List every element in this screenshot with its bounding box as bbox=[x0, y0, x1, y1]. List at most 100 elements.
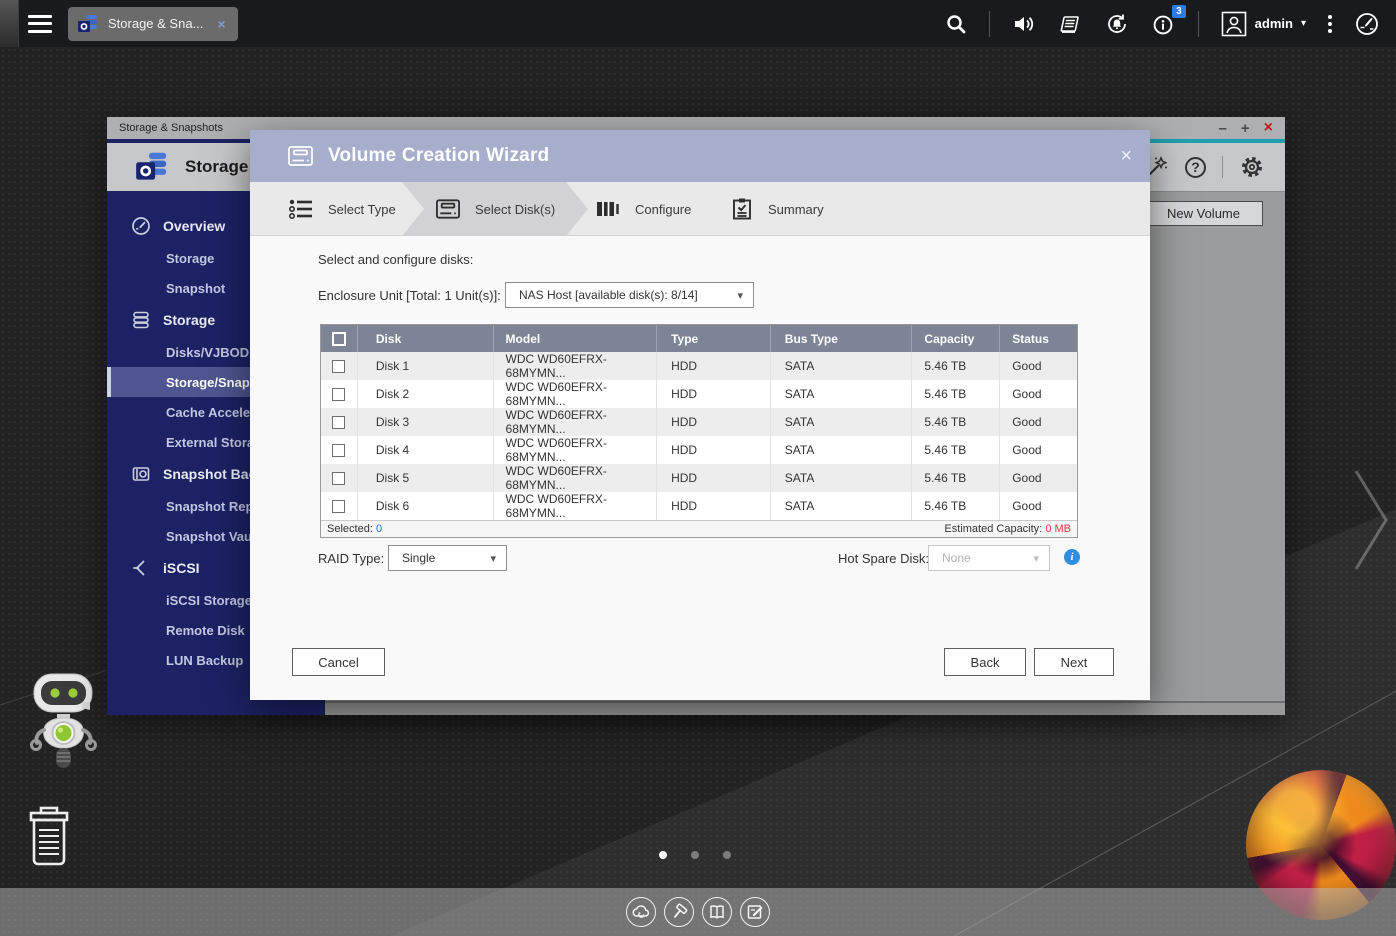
disk-capacity-cell: 5.46 TB bbox=[911, 380, 999, 408]
disk-table-row[interactable]: Disk 4 WDC WD60EFRX-68MYMN... HDD SATA 5… bbox=[321, 436, 1077, 464]
column-header-capacity[interactable]: Capacity bbox=[911, 325, 999, 352]
page-dot[interactable] bbox=[723, 851, 731, 859]
column-header-status[interactable]: Status bbox=[999, 325, 1077, 352]
new-volume-button[interactable]: New Volume bbox=[1144, 201, 1263, 226]
wallpaper-chevron bbox=[1354, 470, 1388, 570]
more-options-icon[interactable] bbox=[1328, 14, 1332, 33]
disk-status-cell: Good bbox=[999, 464, 1077, 492]
desktop-page-dots bbox=[659, 851, 731, 859]
topbar-divider bbox=[1197, 10, 1199, 37]
notifications-sync-icon[interactable] bbox=[1104, 12, 1130, 36]
step-configure[interactable]: Configure bbox=[595, 182, 691, 236]
disk-status-cell: Good bbox=[999, 352, 1077, 380]
background-tasks-icon[interactable] bbox=[1058, 13, 1082, 35]
avatar-icon bbox=[1221, 11, 1246, 36]
dialog-close-icon[interactable]: × bbox=[1120, 146, 1132, 166]
storage-snapshots-app-icon bbox=[78, 14, 97, 32]
toolbar-divider bbox=[1222, 156, 1223, 178]
column-header-model[interactable]: Model bbox=[492, 325, 657, 352]
search-icon[interactable] bbox=[945, 13, 967, 35]
documentation-book-icon[interactable] bbox=[702, 897, 732, 927]
enclosure-unit-value: NAS Host [available disk(s): 8/14] bbox=[519, 288, 698, 302]
next-button[interactable]: Next bbox=[1034, 648, 1114, 676]
disk-checkbox[interactable] bbox=[332, 387, 346, 401]
raid-type-value: Single bbox=[402, 551, 436, 565]
tab-close-icon[interactable]: × bbox=[217, 16, 225, 32]
disk-bus-cell: SATA bbox=[769, 492, 912, 520]
dashboard-gauge-icon[interactable] bbox=[1354, 11, 1380, 37]
disk-stack-icon bbox=[133, 311, 149, 329]
user-caret-icon: ▾ bbox=[1300, 18, 1306, 29]
disk-checkbox[interactable] bbox=[332, 443, 346, 457]
hot-spare-select-disabled: None ▾ bbox=[928, 545, 1050, 571]
section-label: Overview bbox=[163, 218, 226, 234]
disk-checkbox[interactable] bbox=[332, 359, 346, 373]
step-label: Summary bbox=[768, 201, 824, 217]
raid-type-select[interactable]: Single ▾ bbox=[388, 545, 507, 571]
window-close-button[interactable]: × bbox=[1264, 120, 1273, 136]
disk-type-cell: HDD bbox=[656, 352, 770, 380]
user-menu[interactable]: admin ▾ bbox=[1221, 11, 1306, 37]
columns-icon bbox=[597, 202, 619, 216]
disk-table-row[interactable]: Disk 2 WDC WD60EFRX-68MYMN... HDD SATA 5… bbox=[321, 380, 1077, 408]
help-icon[interactable]: ? bbox=[1185, 156, 1206, 178]
volume-icon[interactable] bbox=[1012, 13, 1036, 35]
system-info-icon[interactable]: 3 bbox=[1152, 4, 1186, 36]
topbar-divider bbox=[988, 10, 990, 37]
disk-capacity-cell: 5.46 TB bbox=[911, 352, 999, 380]
disk-table-row[interactable]: Disk 3 WDC WD60EFRX-68MYMN... HDD SATA 5… bbox=[321, 408, 1077, 436]
disk-name-cell: Disk 4 bbox=[356, 436, 493, 464]
window-maximize-button[interactable]: + bbox=[1241, 121, 1250, 136]
feedback-note-icon[interactable] bbox=[740, 897, 770, 927]
disk-status-cell: Good bbox=[999, 408, 1077, 436]
cancel-button[interactable]: Cancel bbox=[292, 648, 385, 676]
estimated-capacity-label: Estimated Capacity: bbox=[944, 523, 1043, 535]
tab-label: Storage & Sna... bbox=[108, 16, 204, 31]
disk-table-row[interactable]: Disk 6 WDC WD60EFRX-68MYMN... HDD SATA 5… bbox=[321, 492, 1077, 520]
disk-model-cell: WDC WD60EFRX-68MYMN... bbox=[492, 436, 657, 464]
chevron-down-icon: ▾ bbox=[737, 289, 743, 302]
raid-type-label: RAID Type: bbox=[318, 551, 385, 566]
storage-snapshots-app-icon bbox=[136, 152, 167, 180]
selected-count: 0 bbox=[375, 523, 383, 535]
disk-checkbox[interactable] bbox=[332, 471, 346, 485]
back-button[interactable]: Back bbox=[944, 648, 1026, 676]
main-menu-button[interactable] bbox=[28, 14, 52, 33]
gauge-icon bbox=[132, 217, 150, 235]
list-icon bbox=[288, 199, 312, 219]
disk-name-cell: Disk 3 bbox=[356, 408, 493, 436]
enclosure-unit-select[interactable]: NAS Host [available disk(s): 8/14] ▾ bbox=[505, 282, 754, 308]
page-dot[interactable] bbox=[691, 851, 699, 859]
myqnapcloud-icon[interactable] bbox=[626, 897, 656, 927]
utilities-hammer-icon[interactable] bbox=[664, 897, 694, 927]
disk-name-cell: Disk 5 bbox=[356, 464, 493, 492]
notification-count-badge: 3 bbox=[1172, 4, 1186, 18]
page-dot-active[interactable] bbox=[659, 851, 667, 859]
settings-gear-icon[interactable] bbox=[1239, 154, 1265, 180]
disk-bus-cell: SATA bbox=[769, 464, 912, 492]
disk-table-row[interactable]: Disk 5 WDC WD60EFRX-68MYMN... HDD SATA 5… bbox=[321, 464, 1077, 492]
select-all-checkbox[interactable] bbox=[331, 331, 346, 346]
disk-capacity-cell: 5.46 TB bbox=[911, 464, 999, 492]
open-app-tab[interactable]: Storage & Sna... × bbox=[68, 6, 238, 41]
disk-bus-cell: SATA bbox=[769, 380, 912, 408]
disk-capacity-cell: 5.46 TB bbox=[911, 492, 999, 520]
step-select-type[interactable]: Select Type bbox=[288, 182, 396, 236]
disk-table: Disk Model Type Bus Type Capacity Status… bbox=[320, 324, 1078, 538]
window-minimize-button[interactable]: – bbox=[1219, 121, 1227, 136]
column-header-type[interactable]: Type bbox=[656, 325, 770, 352]
recycle-bin-icon[interactable] bbox=[24, 806, 74, 868]
disk-table-row[interactable]: Disk 1 WDC WD60EFRX-68MYMN... HDD SATA 5… bbox=[321, 352, 1077, 380]
step-summary[interactable]: Summary bbox=[730, 182, 824, 236]
column-header-bus-type[interactable]: Bus Type bbox=[769, 325, 912, 352]
qboost-robot-icon[interactable] bbox=[26, 672, 102, 776]
step-select-disks[interactable]: Select Disk(s) bbox=[435, 182, 555, 236]
column-header-disk[interactable]: Disk bbox=[356, 325, 493, 352]
disk-checkbox[interactable] bbox=[332, 415, 346, 429]
hot-spare-info-icon[interactable]: i bbox=[1064, 549, 1080, 565]
instruction-label: Select and configure disks: bbox=[318, 252, 474, 267]
dialog-content: Select and configure disks: Enclosure Un… bbox=[250, 236, 1150, 700]
disk-checkbox[interactable] bbox=[332, 499, 346, 513]
disk-name-cell: Disk 1 bbox=[356, 352, 493, 380]
disk-status-cell: Good bbox=[999, 492, 1077, 520]
